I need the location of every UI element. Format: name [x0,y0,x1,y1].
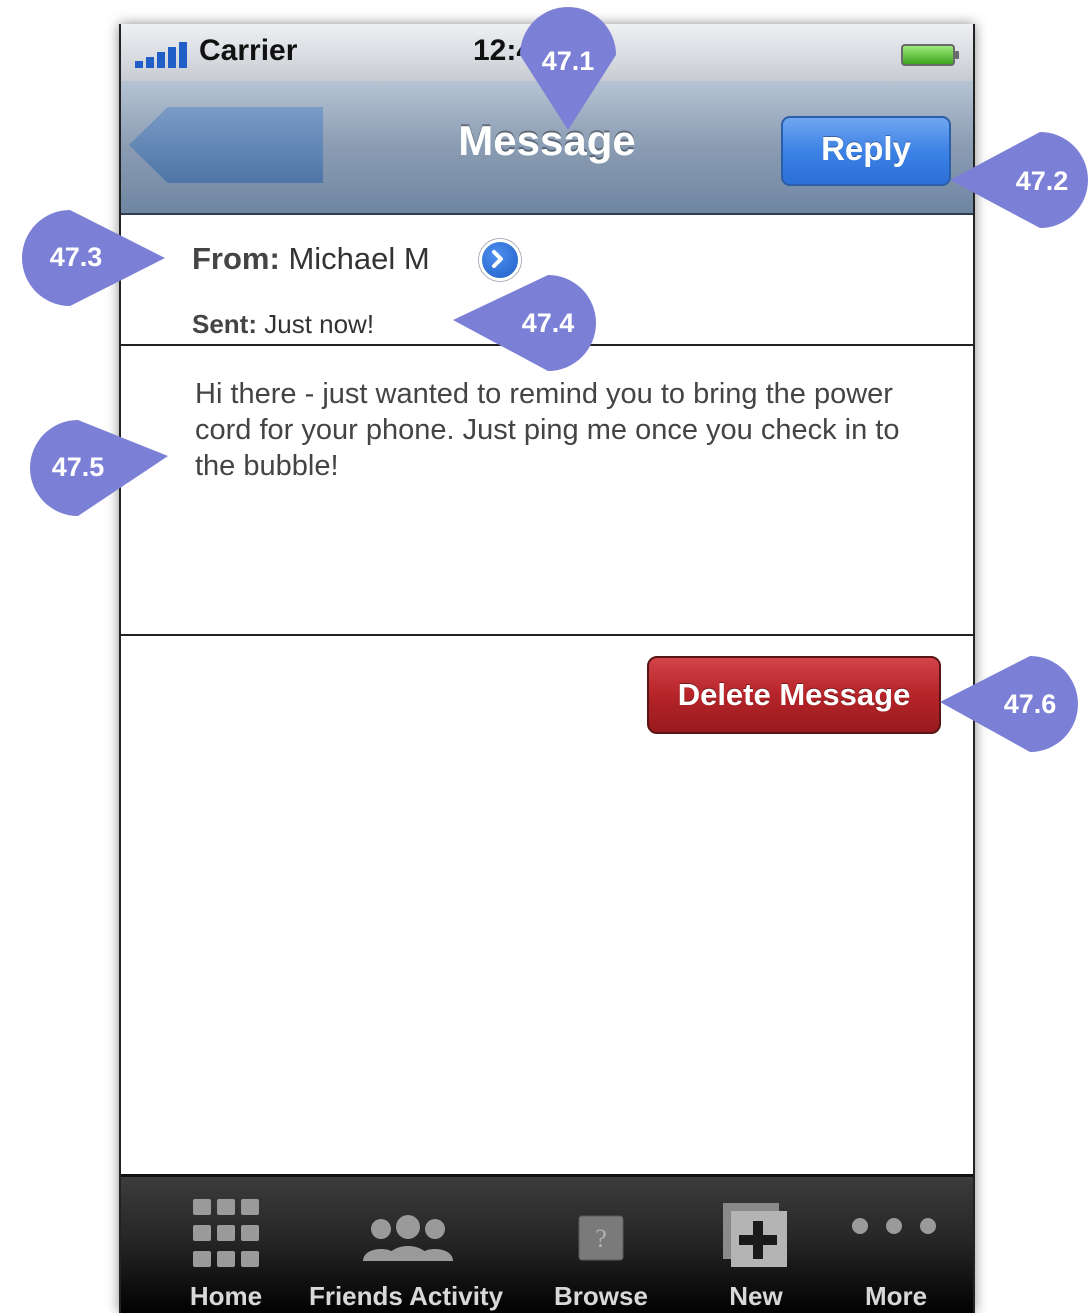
annotation-layer: 47.1 47.2 47.3 47.4 47.5 47.6 [22,7,1088,752]
callout-47-6-label: 47.6 [1004,689,1057,719]
callout-47-5-label: 47.5 [52,452,105,482]
callout-47-3-label: 47.3 [50,242,103,272]
callout-47-2-label: 47.2 [1016,166,1069,196]
callout-47-4-label: 47.4 [522,308,575,338]
callout-47-1-label: 47.1 [542,46,595,76]
